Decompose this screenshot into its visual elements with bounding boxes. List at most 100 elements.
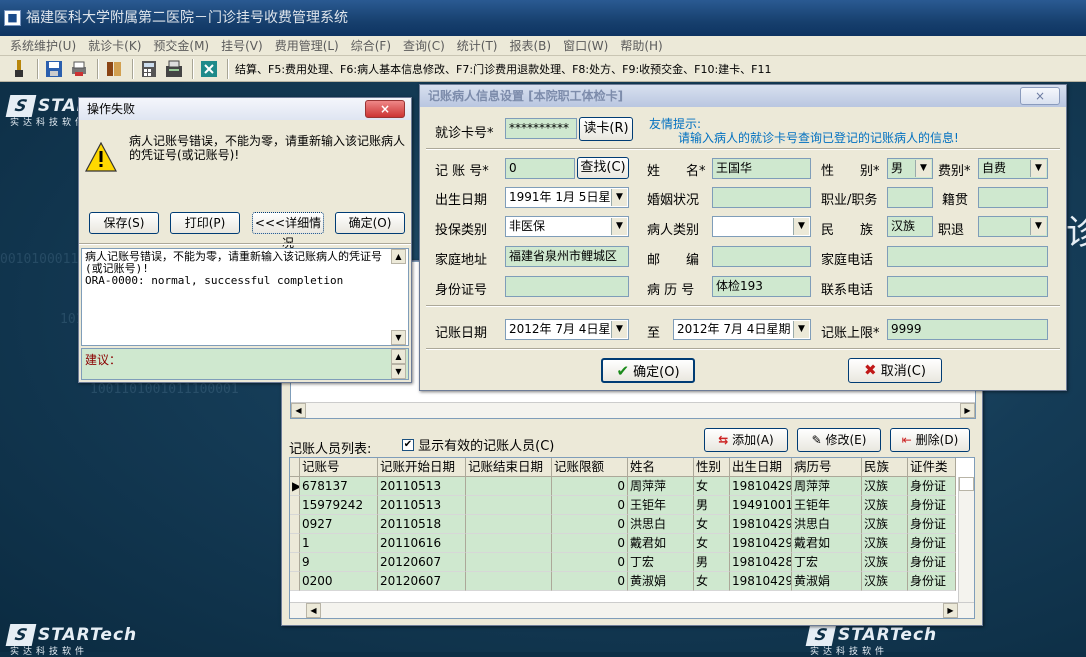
table-cell[interactable]: 身份证 <box>908 534 956 553</box>
patient-type-select[interactable]: ▼ <box>712 216 811 237</box>
card-number-field[interactable]: ********** <box>505 118 577 139</box>
scroll-right-icon[interactable]: ▶ <box>943 603 958 618</box>
table-row[interactable]: 0200 20120607 0 黄淑娟女 19810429 黄淑娟 汉族 身份证 <box>290 572 974 591</box>
id-no-field[interactable] <box>505 276 629 297</box>
cancel-button[interactable]: ✖ 取消(C) <box>848 358 942 383</box>
chevron-down-icon[interactable]: ▼ <box>1030 160 1046 177</box>
table-cell[interactable]: 身份证 <box>908 553 956 572</box>
menu-fee[interactable]: 费用管理(L) <box>269 36 345 56</box>
menu-help[interactable]: 帮助(H) <box>614 36 668 56</box>
table-cell[interactable]: 0927 <box>300 515 378 534</box>
marital-field[interactable] <box>712 187 811 208</box>
table-row[interactable]: 0927 20110518 0 洪思白女 19810429 洪思白 汉族 身份证 <box>290 515 974 534</box>
vertical-scrollbar[interactable] <box>958 477 974 602</box>
table-cell[interactable]: 洪思白 <box>792 515 862 534</box>
details-button[interactable]: <<<详细情况 <box>252 212 324 250</box>
horizontal-scrollbar[interactable]: ◀ ▶ <box>291 402 975 418</box>
table-cell[interactable]: 洪思白 <box>628 515 694 534</box>
column-header[interactable]: 证件类 <box>908 458 956 477</box>
menu-window[interactable]: 窗口(W) <box>557 36 614 56</box>
table-cell[interactable]: 汉族 <box>862 477 908 496</box>
table-cell[interactable]: 19810429 <box>730 572 792 591</box>
table-cell[interactable]: 丁宏 <box>792 553 862 572</box>
column-header[interactable]: 记账号 <box>300 458 378 477</box>
table-cell[interactable]: 0 <box>552 515 628 534</box>
menu-stats[interactable]: 统计(T) <box>451 36 504 56</box>
ok-button[interactable]: 确定(O) <box>335 212 405 234</box>
chevron-down-icon[interactable]: ▼ <box>915 160 931 177</box>
table-cell[interactable]: 汉族 <box>862 534 908 553</box>
add-button[interactable]: ⇆ 添加(A) <box>704 428 788 452</box>
table-cell[interactable]: 戴君如 <box>628 534 694 553</box>
postcode-field[interactable] <box>712 246 811 267</box>
table-cell[interactable]: 黄淑娟 <box>628 572 694 591</box>
birth-date-picker[interactable]: 1991年 1月 5日星 ▼ <box>505 187 629 208</box>
table-cell[interactable]: 20110616 <box>378 534 466 553</box>
error-details-text[interactable]: 病人记账号错误，不能为零，请重新输入该记账病人的凭证号(或记账号)! ORA-0… <box>81 248 409 346</box>
menu-deposit[interactable]: 预交金(M) <box>147 36 215 56</box>
table-cell[interactable]: 20110513 <box>378 477 466 496</box>
scroll-down-icon[interactable]: ▼ <box>391 364 406 379</box>
name-field[interactable]: 王国华 <box>712 158 811 179</box>
chevron-down-icon[interactable]: ▼ <box>611 189 627 206</box>
fee-type-select[interactable]: 自费 ▼ <box>978 158 1048 179</box>
table-cell[interactable]: 0 <box>552 553 628 572</box>
native-place-field[interactable] <box>978 187 1048 208</box>
scroll-up-icon[interactable]: ▲ <box>391 349 406 364</box>
scroll-left-icon[interactable]: ◀ <box>291 403 306 418</box>
table-cell[interactable]: 汉族 <box>862 572 908 591</box>
table-cell[interactable]: 王钜年 <box>628 496 694 515</box>
home-phone-field[interactable] <box>887 246 1048 267</box>
table-cell[interactable]: 19810429 <box>730 515 792 534</box>
column-header[interactable]: 记账结束日期 <box>466 458 552 477</box>
table-cell[interactable]: 身份证 <box>908 572 956 591</box>
table-cell[interactable]: 20120607 <box>378 572 466 591</box>
table-cell[interactable]: 周萍萍 <box>628 477 694 496</box>
table-cell[interactable] <box>466 515 552 534</box>
record-no-field[interactable]: 体检193 <box>712 276 811 297</box>
chevron-down-icon[interactable]: ▼ <box>793 321 809 338</box>
show-valid-checkbox[interactable]: ✔ 显示有效的记账人员(C) <box>402 435 554 454</box>
table-cell[interactable]: 男 <box>694 553 730 572</box>
chevron-down-icon[interactable]: ▼ <box>611 321 627 338</box>
table-cell[interactable]: 1 <box>300 534 378 553</box>
cash-register-icon[interactable] <box>163 59 185 79</box>
table-cell[interactable]: 20110513 <box>378 496 466 515</box>
table-cell[interactable]: 9 <box>300 553 378 572</box>
suggestion-box[interactable]: 建议： <box>81 348 409 380</box>
table-cell[interactable]: 女 <box>694 534 730 553</box>
table-cell[interactable]: 0 <box>552 496 628 515</box>
table-cell[interactable]: 周萍萍 <box>792 477 862 496</box>
table-cell[interactable]: 男 <box>694 496 730 515</box>
close-icon[interactable]: × <box>1020 87 1060 105</box>
chevron-down-icon[interactable]: ▼ <box>793 218 809 235</box>
table-cell[interactable]: 汉族 <box>862 515 908 534</box>
menu-reports[interactable]: 报表(B) <box>503 36 557 56</box>
address-field[interactable]: 福建省泉州市鲤城区 <box>505 246 629 267</box>
column-header[interactable]: 出生日期 <box>730 458 792 477</box>
scroll-left-icon[interactable]: ◀ <box>306 603 321 618</box>
tool-icon[interactable] <box>8 59 30 79</box>
table-cell[interactable]: 丁宏 <box>628 553 694 572</box>
delete-button[interactable]: ⇤ 删除(D) <box>890 428 970 452</box>
table-cell[interactable]: 19491001 <box>730 496 792 515</box>
table-cell[interactable]: 0200 <box>300 572 378 591</box>
scroll-right-icon[interactable]: ▶ <box>960 403 975 418</box>
menu-query[interactable]: 查询(C) <box>397 36 451 56</box>
menu-general[interactable]: 综合(F) <box>345 36 397 56</box>
save-button[interactable]: 保存(S) <box>89 212 159 234</box>
print-icon[interactable] <box>68 59 90 79</box>
save-icon[interactable] <box>43 59 65 79</box>
table-cell[interactable]: 0 <box>552 477 628 496</box>
table-cell[interactable]: 汉族 <box>862 496 908 515</box>
close-icon[interactable]: × <box>365 100 405 118</box>
find-button[interactable]: 查找(C) <box>577 157 629 179</box>
table-cell[interactable] <box>466 572 552 591</box>
table-cell[interactable]: 19810429 <box>730 477 792 496</box>
table-cell[interactable] <box>466 534 552 553</box>
chevron-down-icon[interactable]: ▼ <box>1030 218 1046 235</box>
exit-icon[interactable] <box>198 59 220 79</box>
table-cell[interactable] <box>466 477 552 496</box>
menu-register[interactable]: 挂号(V) <box>215 36 269 56</box>
table-cell[interactable]: 0 <box>552 534 628 553</box>
